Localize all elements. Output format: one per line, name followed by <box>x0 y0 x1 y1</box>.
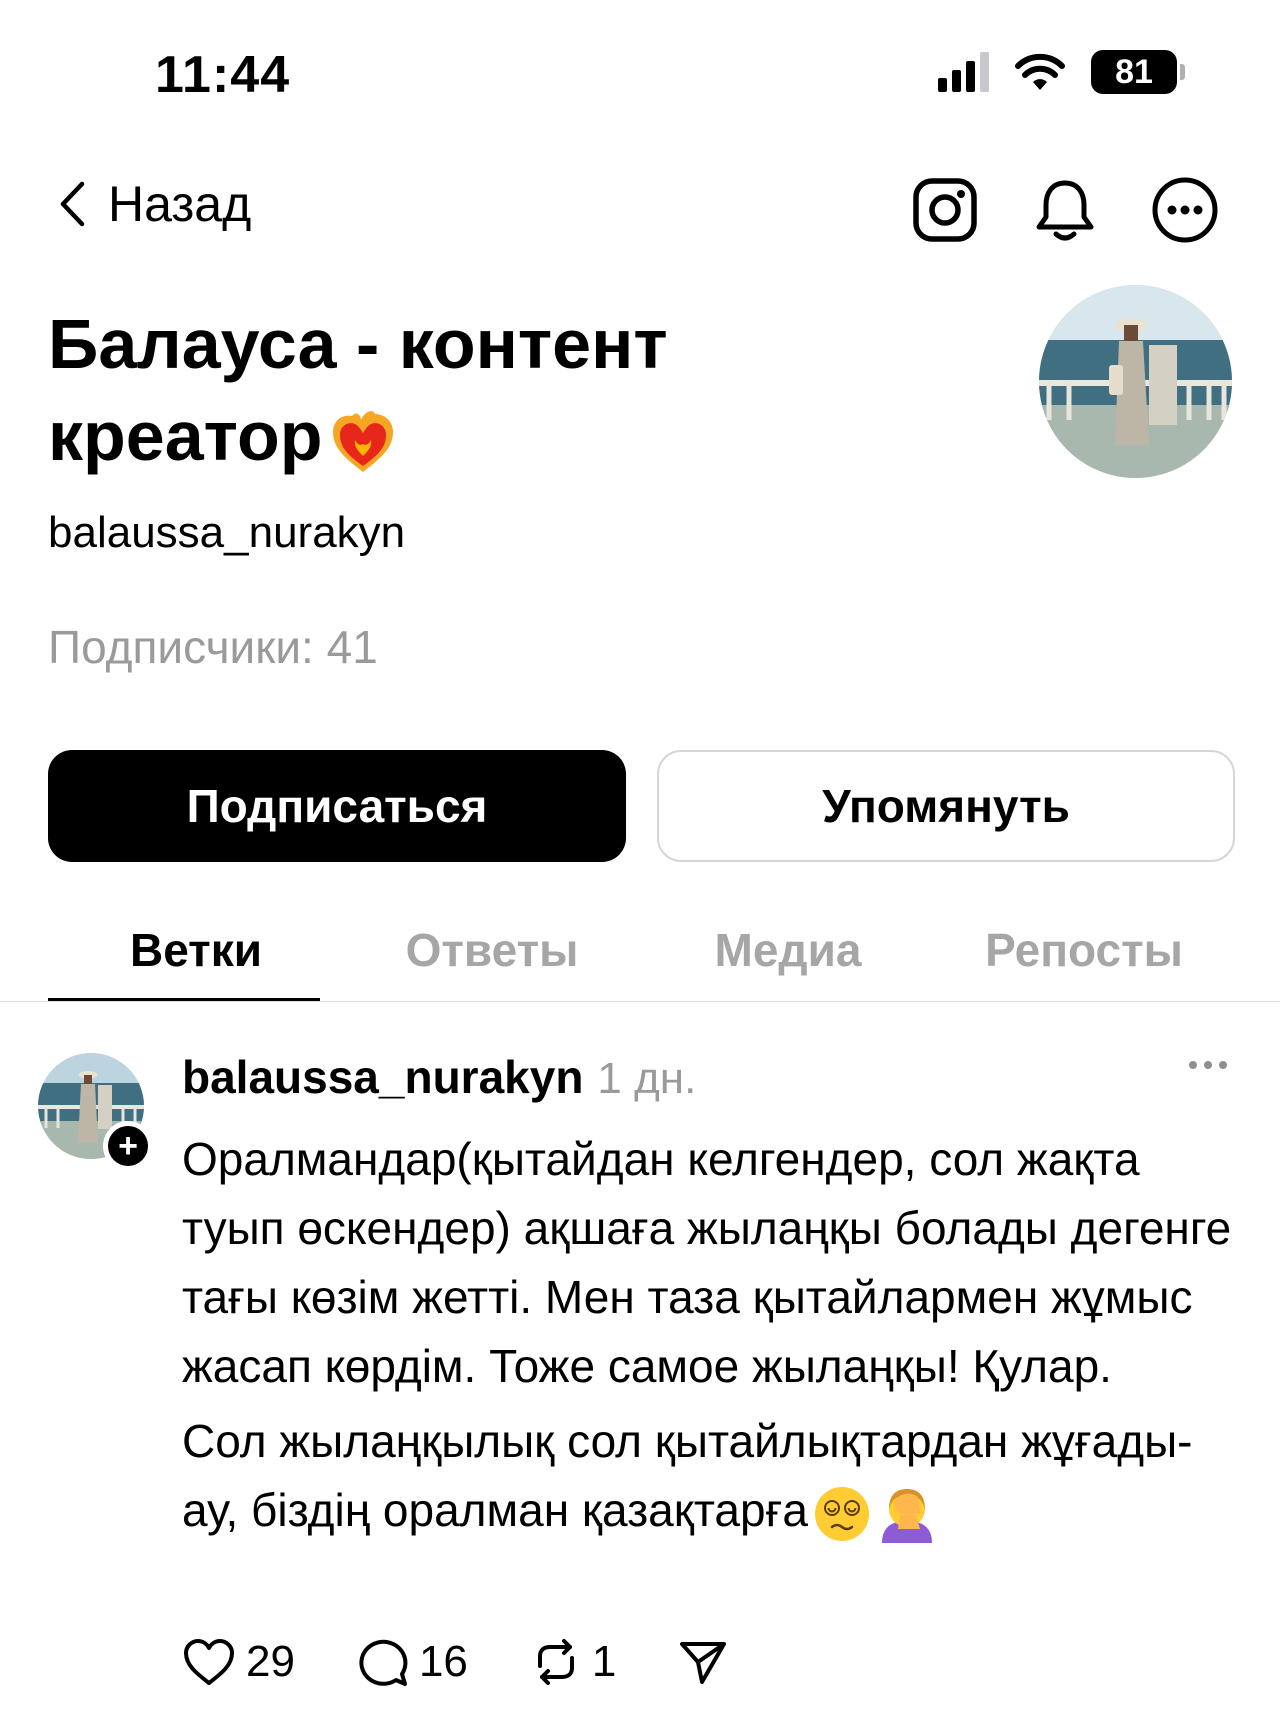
repost-icon <box>537 1639 574 1685</box>
post-actions: 29 16 1 <box>182 1636 790 1688</box>
follow-plus-badge[interactable]: + <box>103 1121 153 1171</box>
battery-level: 81 <box>1091 50 1177 94</box>
wifi-icon <box>1015 53 1065 90</box>
reply-button[interactable]: 16 <box>357 1636 468 1688</box>
tabs-divider <box>0 1001 1280 1002</box>
dizzy-face-emoji <box>814 1486 869 1541</box>
tab-replies[interactable]: Ответы <box>344 915 640 1005</box>
more-circle-icon <box>1152 177 1218 243</box>
post-text: Оралмандар(қытайдан келгендер, сол жақта… <box>182 1125 1242 1545</box>
profile-handle: balaussa_nurakyn <box>48 508 406 557</box>
back-button[interactable]: Назад <box>58 175 251 233</box>
post-paragraph-2-text: Сол жылаңқылық сол қытайлықтардан жұғады… <box>182 1415 1193 1536</box>
instagram-icon <box>913 178 977 242</box>
more-options-button[interactable] <box>1150 175 1220 245</box>
more-dots-icon <box>1189 1061 1227 1069</box>
chevron-left-icon <box>60 181 85 227</box>
tab-media[interactable]: Медиа <box>640 915 936 1005</box>
follow-button[interactable]: Подписаться <box>48 750 626 862</box>
signal-icon <box>938 52 989 92</box>
profile-avatar[interactable] <box>1039 285 1232 478</box>
avatar-photo <box>1039 285 1232 478</box>
share-button[interactable] <box>678 1638 728 1686</box>
notifications-button[interactable] <box>1030 175 1100 245</box>
bell-icon <box>1036 180 1094 241</box>
tab-threads[interactable]: Ветки <box>48 915 344 1005</box>
back-label: Назад <box>108 176 252 232</box>
repost-button[interactable]: 1 <box>530 1636 616 1688</box>
post-paragraph-2: Сол жылаңқылық сол қытайлықтардан жұғады… <box>182 1407 1242 1545</box>
like-count: 29 <box>246 1637 295 1686</box>
like-button[interactable]: 29 <box>182 1637 295 1687</box>
fire-heart-emoji <box>332 410 393 472</box>
tab-reposts[interactable]: Репосты <box>936 915 1232 1005</box>
facepalm-emoji <box>881 1488 932 1543</box>
profile-nav-actions <box>910 175 1220 245</box>
post-more-button[interactable] <box>1188 1058 1228 1076</box>
instagram-button[interactable] <box>910 175 980 245</box>
post-paragraph-1: Оралмандар(қытайдан келгендер, сол жақта… <box>182 1133 1232 1392</box>
mention-button[interactable]: Упомянуть <box>657 750 1235 862</box>
post-header: balaussa_nurakyn 1 дн. <box>182 1050 696 1104</box>
repost-count: 1 <box>591 1637 617 1686</box>
status-time: 11:44 <box>155 46 291 104</box>
status-icons: 81 <box>938 50 1185 94</box>
followers-count[interactable]: Подписчики: 41 <box>48 620 378 674</box>
battery-icon: 81 <box>1091 50 1185 94</box>
profile-name: Балауса - контент креатор <box>48 298 868 482</box>
profile-tabs: Ветки Ответы Медиа Репосты <box>48 915 1232 1005</box>
post-time: 1 дн. <box>597 1054 697 1103</box>
share-icon <box>680 1642 727 1684</box>
reply-count: 16 <box>418 1637 468 1686</box>
comment-icon <box>359 1639 408 1686</box>
heart-icon <box>184 1639 234 1685</box>
post-author[interactable]: balaussa_nurakyn <box>182 1050 583 1104</box>
